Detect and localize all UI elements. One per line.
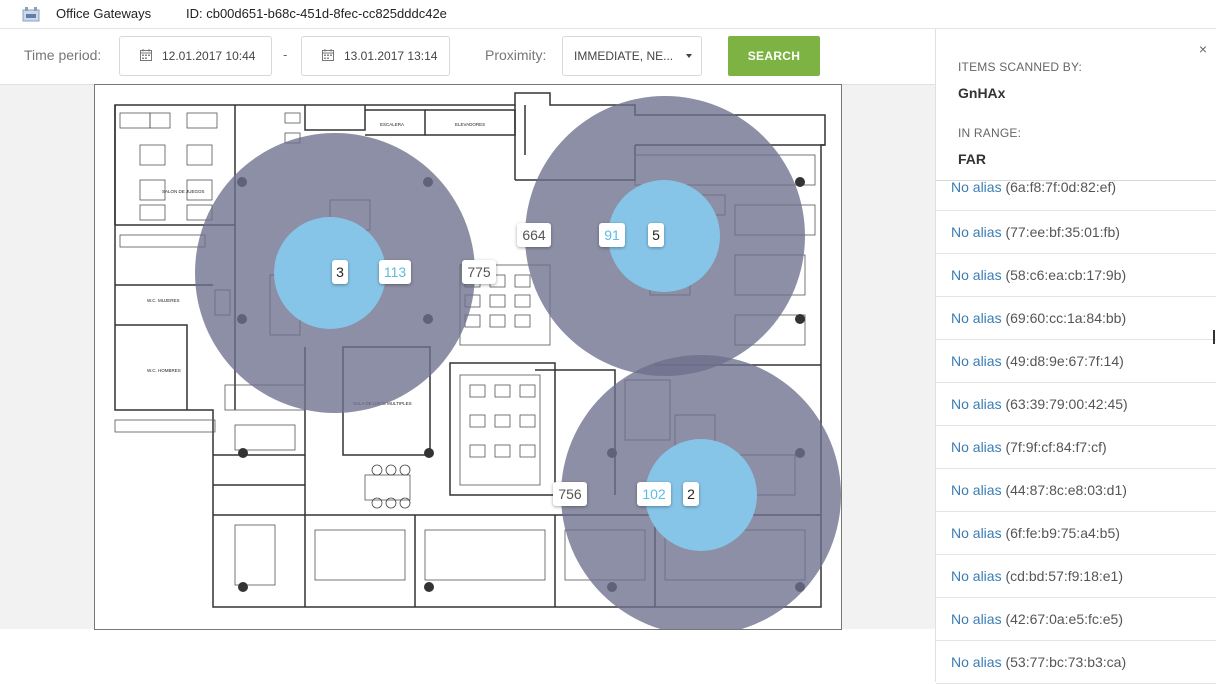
date-to-field[interactable]: 13.01.2017 13:14: [301, 36, 450, 76]
mac-address: (7f:9f:cf:84:f7:cf): [1005, 439, 1107, 455]
scrollbar-marker[interactable]: [1213, 330, 1215, 344]
scanned-items-panel: × ITEMS SCANNED BY: GnHAx IN RANGE: FAR …: [935, 29, 1216, 684]
far-count-badge[interactable]: 775: [462, 260, 496, 284]
gateway-zone-3[interactable]: [561, 355, 841, 629]
list-item[interactable]: No alias (cd:bd:57:f9:18:e1): [936, 555, 1216, 598]
mac-address: (6a:f8:7f:0d:82:ef): [1005, 179, 1117, 195]
mac-address: (58:c6:ea:cb:17:9b): [1005, 267, 1127, 283]
near-count-badge[interactable]: 113: [379, 260, 411, 284]
room-label-escalera: ESCALERA: [380, 122, 404, 127]
alias-link[interactable]: No alias: [951, 224, 1002, 240]
floor-plan-drawing: ESCALERA ELEVADORES SALON DE JUEGOS W.C.…: [114, 92, 841, 629]
list-item[interactable]: No alias (7f:9f:cf:84:f7:cf): [936, 426, 1216, 469]
close-icon[interactable]: ×: [1199, 41, 1207, 57]
gateway-id: ID: cb00d651-b68c-451d-8fec-cc825dddc42e: [186, 6, 447, 21]
far-count-badge[interactable]: 756: [553, 482, 587, 506]
mac-address: (44:87:8c:e8:03:d1): [1005, 482, 1127, 498]
room-label-salon: SALON DE JUEGOS: [162, 189, 205, 194]
list-item[interactable]: No alias (69:60:cc:1a:84:bb): [936, 297, 1216, 340]
immediate-count-badge[interactable]: 3: [332, 260, 348, 284]
alias-link[interactable]: No alias: [951, 310, 1002, 326]
proximity-value: IMMEDIATE, NE...: [574, 49, 674, 63]
list-item[interactable]: No alias (77:ee:bf:35:01:fb): [936, 211, 1216, 254]
alias-link[interactable]: No alias: [951, 439, 1002, 455]
list-item[interactable]: No alias (6a:f8:7f:0d:82:ef): [936, 180, 1216, 211]
scanned-items-list: No alias (6a:f8:7f:0d:82:ef) No alias (7…: [936, 180, 1216, 684]
mac-address: (69:60:cc:1a:84:bb): [1005, 310, 1127, 326]
alias-link[interactable]: No alias: [951, 525, 1002, 541]
room-label-wc-hombres: W.C. HOMBRES: [147, 368, 181, 373]
calendar-icon: [322, 49, 334, 61]
alias-link[interactable]: No alias: [951, 654, 1002, 670]
near-count-badge[interactable]: 91: [599, 223, 625, 247]
proximity-select[interactable]: IMMEDIATE, NE...: [562, 36, 702, 76]
proximity-label: Proximity:: [485, 47, 547, 63]
list-item[interactable]: No alias (53:77:bc:73:b3:ca): [936, 641, 1216, 684]
filter-bar: Time period: 12.01.2017 10:44 - 13.01.20…: [0, 29, 935, 85]
list-item[interactable]: No alias (58:c6:ea:cb:17:9b): [936, 254, 1216, 297]
mac-address: (49:d8:9e:67:7f:14): [1005, 353, 1124, 369]
date-separator: -: [283, 47, 288, 62]
time-period-label: Time period:: [24, 47, 102, 63]
list-item[interactable]: No alias (49:d8:9e:67:7f:14): [936, 340, 1216, 383]
list-item[interactable]: No alias (6f:fe:b9:75:a4:b5): [936, 512, 1216, 555]
top-bar: Office Gateways ID: cb00d651-b68c-451d-8…: [0, 0, 1216, 29]
alias-link[interactable]: No alias: [951, 179, 1002, 195]
scanned-by-label: ITEMS SCANNED BY:: [958, 60, 1083, 74]
near-count-badge[interactable]: 102: [637, 482, 671, 506]
page-title: Office Gateways: [56, 6, 152, 21]
floor-plan-map[interactable]: ESCALERA ELEVADORES SALON DE JUEGOS W.C.…: [94, 84, 842, 630]
gateway-zone-2[interactable]: [525, 96, 805, 376]
in-range-value: FAR: [958, 151, 986, 167]
mac-address: (6f:fe:b9:75:a4:b5): [1005, 525, 1120, 541]
immediate-count-badge[interactable]: 2: [683, 482, 699, 506]
date-from-value: 12.01.2017 10:44: [162, 49, 256, 63]
mac-address: (77:ee:bf:35:01:fb): [1005, 224, 1120, 240]
list-item[interactable]: No alias (42:67:0a:e5:fc:e5): [936, 598, 1216, 641]
room-label-wc-mujeres: W.C. MUJERES: [147, 298, 180, 303]
alias-link[interactable]: No alias: [951, 482, 1002, 498]
gateway-logo-icon: [22, 7, 40, 22]
alias-link[interactable]: No alias: [951, 353, 1002, 369]
scanned-by-value: GnHAx: [958, 85, 1006, 101]
date-from-field[interactable]: 12.01.2017 10:44: [119, 36, 272, 76]
alias-link[interactable]: No alias: [951, 396, 1002, 412]
calendar-icon: [140, 49, 152, 61]
mac-address: (42:67:0a:e5:fc:e5): [1005, 611, 1124, 627]
chevron-down-icon: [686, 54, 692, 58]
mac-address: (cd:bd:57:f9:18:e1): [1005, 568, 1124, 584]
alias-link[interactable]: No alias: [951, 267, 1002, 283]
room-label-elevadores: ELEVADORES: [455, 122, 485, 127]
alias-link[interactable]: No alias: [951, 611, 1002, 627]
alias-link[interactable]: No alias: [951, 568, 1002, 584]
mac-address: (53:77:bc:73:b3:ca): [1005, 654, 1127, 670]
date-to-value: 13.01.2017 13:14: [344, 49, 438, 63]
list-item[interactable]: No alias (44:87:8c:e8:03:d1): [936, 469, 1216, 512]
immediate-count-badge[interactable]: 5: [648, 223, 664, 247]
in-range-label: IN RANGE:: [958, 126, 1022, 140]
far-count-badge[interactable]: 664: [517, 223, 551, 247]
mac-address: (63:39:79:00:42:45): [1005, 396, 1128, 412]
map-footer-space: [0, 629, 935, 682]
search-button[interactable]: SEARCH: [728, 36, 820, 76]
list-item[interactable]: No alias (63:39:79:00:42:45): [936, 383, 1216, 426]
